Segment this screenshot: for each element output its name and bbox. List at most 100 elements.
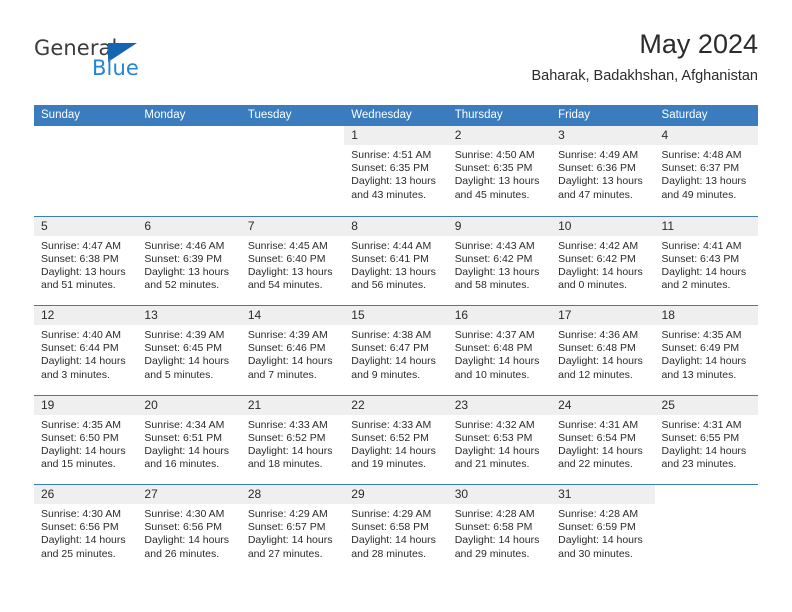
calendar-empty-cell [137, 126, 241, 216]
sun-info-line: Sunset: 6:40 PM [247, 252, 326, 265]
calendar-day-cell[interactable]: 15 Sunrise: 4:38 AM Sunset: 6:47 PM Dayligh… [344, 306, 448, 395]
date-band: 26 [34, 485, 138, 504]
sun-info-line: Sunrise: 4:33 AM [351, 418, 432, 431]
date-number: 13 [144, 308, 158, 322]
calendar-day-cell[interactable]: 27 Sunrise: 4:30 AM Sunset: 6:56 PM Dayligh… [137, 485, 241, 574]
calendar-week-row: 19 Sunrise: 4:35 AM Sunset: 6:50 PM Dayligh… [34, 394, 758, 484]
date-number: 9 [454, 218, 462, 233]
sun-info-line: Sunset: 6:46 PM [247, 342, 326, 355]
calendar-day-cell[interactable]: 20 Sunrise: 4:34 AM Sunset: 6:51 PM Dayligh… [137, 395, 241, 484]
sun-info: Sunrise: 4:28 AM Sunset: 6:58 PM Daylight:… [448, 504, 551, 561]
sun-info-line: Sunrise: 4:48 AM [661, 149, 742, 161]
date-band: 12 [34, 306, 138, 325]
date-band: 10 [551, 216, 655, 236]
date-number: 3 [558, 128, 565, 142]
sun-info: Sunrise: 4:33 AM Sunset: 6:52 PM Daylight:… [344, 415, 447, 472]
day-of-week-header-saturday: Saturday [661, 109, 708, 121]
date-number: 21 [247, 397, 262, 412]
page-subtitle: Baharak, Badakhshan, Afghanistan [531, 68, 758, 84]
date-band: 22 [344, 395, 448, 415]
sun-info: Sunrise: 4:49 AM Sunset: 6:36 PM Daylight:… [551, 145, 654, 202]
calendar-day-cell[interactable]: 10 Sunrise: 4:42 AM Sunset: 6:42 PM Dayligh… [551, 216, 655, 305]
sun-info-line: and 28 minutes. [351, 547, 426, 560]
sun-info: Sunrise: 4:31 AM Sunset: 6:55 PM Daylight:… [655, 415, 758, 472]
calendar-day-cell[interactable]: 11 Sunrise: 4:41 AM Sunset: 6:43 PM Dayligh… [654, 216, 758, 305]
sun-info-line: and 0 minutes. [558, 279, 627, 292]
sun-info-line: Daylight: 14 hours [454, 355, 540, 368]
calendar-day-cell[interactable]: 3 Sunrise: 4:49 AM Sunset: 6:36 PM Daylight… [551, 126, 655, 216]
calendar-day-cell[interactable]: 29 Sunrise: 4:29 AM Sunset: 6:58 PM Dayligh… [344, 485, 448, 574]
date-number: 6 [144, 218, 152, 233]
date-number: 10 [558, 218, 572, 233]
date-number: 2 [454, 128, 462, 142]
sun-info-line: Daylight: 14 hours [41, 444, 126, 457]
sun-info-line: and 26 minutes. [144, 547, 220, 560]
sun-info-line: Sunrise: 4:38 AM [351, 329, 432, 341]
sun-info-line: Sunset: 6:44 PM [41, 342, 119, 355]
sun-info-line: Sunset: 6:45 PM [144, 342, 223, 355]
calendar-grid: Sunday Monday Tuesday Wednesday Thursday Frid… [34, 105, 758, 574]
sun-info: Sunrise: 4:35 AM Sunset: 6:49 PM Daylight:… [655, 325, 758, 382]
calendar-day-cell[interactable]: 12 Sunrise: 4:40 AM Sunset: 6:44 PM Dayligh… [34, 306, 138, 395]
sun-info-line: Sunset: 6:48 PM [558, 342, 636, 355]
calendar-day-cell[interactable]: 24 Sunrise: 4:31 AM Sunset: 6:54 PM Dayligh… [551, 395, 655, 484]
calendar-day-cell[interactable]: 2 Sunrise: 4:50 AM Sunset: 6:35 PM Daylight… [447, 126, 552, 216]
calendar-week-row: 1 Sunrise: 4:51 AM Sunset: 6:35 PM Daylight… [34, 126, 758, 216]
calendar-day-cell[interactable]: 26 Sunrise: 4:30 AM Sunset: 6:56 PM Dayligh… [34, 485, 138, 574]
sun-info-line: Sunrise: 4:46 AM [144, 239, 225, 252]
calendar-day-cell[interactable]: 21 Sunrise: 4:33 AM Sunset: 6:52 PM Dayligh… [240, 395, 345, 484]
sun-info-line: Sunset: 6:42 PM [454, 252, 533, 265]
calendar-day-cell[interactable]: 28 Sunrise: 4:29 AM Sunset: 6:57 PM Dayligh… [240, 485, 345, 574]
sun-info-line: and 9 minutes. [351, 368, 421, 381]
sun-info-line: Sunset: 6:56 PM [41, 521, 119, 534]
calendar-day-cell[interactable]: 23 Sunrise: 4:32 AM Sunset: 6:53 PM Dayligh… [447, 395, 552, 484]
calendar-day-cell[interactable]: 8 Sunrise: 4:44 AM Sunset: 6:41 PM Daylight… [344, 216, 448, 305]
calendar-day-cell[interactable]: 14 Sunrise: 4:39 AM Sunset: 6:46 PM Dayligh… [240, 306, 345, 395]
day-of-week-header-sunday: Sunday [41, 109, 81, 121]
calendar-day-cell[interactable]: 18 Sunrise: 4:35 AM Sunset: 6:49 PM Dayligh… [654, 306, 758, 395]
sun-info-line: and 25 minutes. [41, 547, 116, 560]
sun-info-line: Daylight: 14 hours [351, 444, 436, 457]
sun-info-line: Daylight: 13 hours [144, 265, 230, 278]
calendar-day-cell[interactable]: 17 Sunrise: 4:36 AM Sunset: 6:48 PM Dayligh… [551, 306, 655, 395]
date-number: 17 [558, 308, 572, 322]
sun-info: Sunrise: 4:42 AM Sunset: 6:42 PM Daylight:… [551, 236, 654, 293]
calendar-day-cell[interactable]: 19 Sunrise: 4:35 AM Sunset: 6:50 PM Dayligh… [34, 395, 138, 484]
general-blue-logo[interactable]: General Blue [34, 36, 214, 92]
day-of-week-header-thursday: Thursday [454, 109, 503, 121]
date-number: 27 [144, 487, 158, 501]
sun-info-line: Daylight: 14 hours [661, 355, 747, 368]
calendar-day-cell[interactable]: 16 Sunrise: 4:37 AM Sunset: 6:48 PM Dayligh… [447, 306, 552, 395]
sun-info-line: Sunrise: 4:41 AM [661, 239, 742, 252]
sun-info-line: Sunrise: 4:36 AM [558, 329, 639, 341]
sun-info-line: Daylight: 14 hours [351, 534, 436, 547]
sun-info-line: Sunset: 6:35 PM [351, 162, 429, 175]
calendar-day-cell[interactable]: 22 Sunrise: 4:33 AM Sunset: 6:52 PM Dayligh… [344, 395, 448, 484]
date-band: 28 [240, 485, 345, 504]
calendar-day-cell[interactable]: 30 Sunrise: 4:28 AM Sunset: 6:58 PM Dayligh… [447, 485, 552, 574]
calendar-day-cell[interactable]: 1 Sunrise: 4:51 AM Sunset: 6:35 PM Daylight… [344, 126, 448, 216]
calendar-day-cell[interactable]: 9 Sunrise: 4:43 AM Sunset: 6:42 PM Daylight… [447, 216, 552, 305]
day-of-week-header-tuesday: Tuesday [247, 109, 292, 121]
date-band: 14 [240, 306, 345, 325]
sun-info-line: Sunset: 6:50 PM [41, 431, 119, 444]
calendar-empty-cell [654, 485, 758, 574]
calendar-day-cell[interactable]: 31 Sunrise: 4:28 AM Sunset: 6:59 PM Dayligh… [551, 485, 655, 574]
calendar-day-cell[interactable]: 13 Sunrise: 4:39 AM Sunset: 6:45 PM Dayligh… [137, 306, 241, 395]
sun-info-line: Daylight: 13 hours [247, 265, 333, 278]
calendar-day-cell[interactable]: 5 Sunrise: 4:47 AM Sunset: 6:38 PM Daylight… [34, 216, 138, 305]
sun-info-line: Sunset: 6:35 PM [454, 162, 533, 175]
sun-info-line: Sunset: 6:58 PM [454, 521, 533, 534]
sun-info: Sunrise: 4:31 AM Sunset: 6:54 PM Daylight:… [551, 415, 654, 472]
sun-info-line: Sunset: 6:39 PM [144, 252, 223, 265]
calendar-day-cell[interactable]: 6 Sunrise: 4:46 AM Sunset: 6:39 PM Daylight… [137, 216, 241, 305]
calendar-day-cell[interactable]: 25 Sunrise: 4:31 AM Sunset: 6:55 PM Dayligh… [654, 395, 758, 484]
sun-info-line: Sunrise: 4:45 AM [247, 239, 328, 252]
sun-info: Sunrise: 4:34 AM Sunset: 6:51 PM Daylight:… [137, 415, 240, 472]
calendar-day-cell[interactable]: 4 Sunrise: 4:48 AM Sunset: 6:37 PM Daylight… [654, 126, 758, 216]
sun-info-line: Sunrise: 4:34 AM [144, 418, 225, 431]
sun-info-line: Sunset: 6:53 PM [454, 431, 533, 444]
sun-info-line: Sunset: 6:37 PM [661, 162, 740, 175]
sun-info: Sunrise: 4:30 AM Sunset: 6:56 PM Daylight:… [137, 504, 240, 561]
calendar-day-cell[interactable]: 7 Sunrise: 4:45 AM Sunset: 6:40 PM Daylight… [240, 216, 345, 305]
